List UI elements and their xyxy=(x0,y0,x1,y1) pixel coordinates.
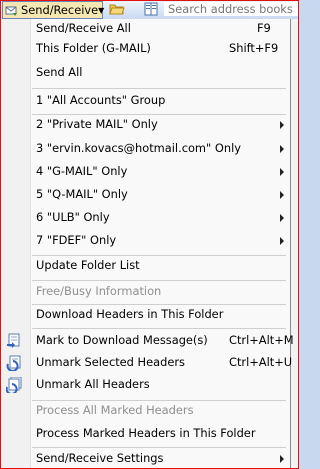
menu-item-all-accounts-group[interactable]: 1 "All Accounts" Group xyxy=(1,91,290,111)
menu-item-label: Process All Marked Headers xyxy=(36,403,194,417)
menu-separator xyxy=(32,88,286,89)
submenu-arrow-icon xyxy=(280,191,284,199)
menu-item-label: 4 "G-MAIL" Only xyxy=(36,164,128,178)
menu-item-label: Send/Receive All xyxy=(36,21,131,35)
menu-separator xyxy=(32,328,286,329)
chevron-down-icon: ▼ xyxy=(98,5,105,15)
menu-item-shortcut: Shift+F9 xyxy=(229,41,279,55)
send-receive-label: Send/Receive xyxy=(21,3,99,17)
menu-item-shortcut: F9 xyxy=(257,21,271,35)
submenu-arrow-icon xyxy=(280,121,284,129)
unmark-all-icon xyxy=(5,376,23,395)
address-book-icon[interactable] xyxy=(143,2,159,16)
menu-item-label: 7 "FDEF" Only xyxy=(36,233,117,247)
submenu-arrow-icon xyxy=(280,455,284,463)
menu-item-label: Send/Receive Settings xyxy=(36,451,164,465)
send-receive-menu: Send/Receive All F9 This Folder (G-MAIL)… xyxy=(1,19,294,468)
menu-item-update-folder-list[interactable]: Update Folder List xyxy=(1,256,290,276)
menu-item-label: Unmark All Headers xyxy=(36,377,150,391)
menu-item-hotmail-only[interactable]: 3 "ervin.kovacs@hotmail.com" Only xyxy=(1,139,290,159)
menu-item-label: Mark to Download Message(s) xyxy=(36,333,208,347)
menu-item-private-mail-only[interactable]: 2 "Private MAIL" Only xyxy=(1,115,290,135)
mark-download-icon xyxy=(6,333,23,349)
submenu-arrow-icon xyxy=(280,214,284,222)
folder-open-icon[interactable] xyxy=(109,2,125,16)
menu-item-fdef-only[interactable]: 7 "FDEF" Only xyxy=(1,231,290,251)
menu-item-this-folder[interactable]: This Folder (G-MAIL) Shift+F9 xyxy=(1,39,290,59)
menu-item-send-all[interactable]: Send All xyxy=(1,63,290,83)
menu-item-label: 2 "Private MAIL" Only xyxy=(36,117,158,131)
menu-item-label: Send All xyxy=(36,65,83,79)
search-address-books-input[interactable] xyxy=(164,2,298,16)
menu-item-send-receive-settings[interactable]: Send/Receive Settings xyxy=(1,449,290,468)
menu-item-gmail-only[interactable]: 4 "G-MAIL" Only xyxy=(1,162,290,182)
menu-separator xyxy=(32,447,286,448)
submenu-arrow-icon xyxy=(280,168,284,176)
menu-item-process-all-marked-headers: Process All Marked Headers xyxy=(1,401,290,421)
menu-item-free-busy-information: Free/Busy Information xyxy=(1,282,290,302)
menu-item-label: Unmark Selected Headers xyxy=(36,355,185,369)
menu-item-mark-to-download[interactable]: Mark to Download Message(s) Ctrl+Alt+M xyxy=(1,331,294,351)
menu-item-label: 6 "ULB" Only xyxy=(36,210,110,224)
send-receive-button[interactable]: Send/Receive ▼ xyxy=(2,1,105,19)
menu-separator xyxy=(32,280,286,281)
menu-item-shortcut: Ctrl+Alt+U xyxy=(229,355,293,369)
menu-item-send-receive-all[interactable]: Send/Receive All F9 xyxy=(1,19,290,39)
menu-item-process-marked-headers-folder[interactable]: Process Marked Headers in This Folder xyxy=(1,424,290,444)
toolbar: Send/Receive ▼ xyxy=(1,1,298,20)
menu-item-unmark-selected-headers[interactable]: Unmark Selected Headers Ctrl+Alt+U xyxy=(1,353,293,373)
send-receive-icon xyxy=(5,5,18,16)
menu-item-unmark-all-headers[interactable]: Unmark All Headers xyxy=(1,375,290,395)
submenu-arrow-icon xyxy=(280,145,284,153)
menu-item-label: This Folder (G-MAIL) xyxy=(36,41,151,55)
menu-item-label: 3 "ervin.kovacs@hotmail.com" Only xyxy=(36,141,241,155)
menu-item-label: Download Headers in This Folder xyxy=(36,307,224,321)
menu-item-ulb-only[interactable]: 6 "ULB" Only xyxy=(1,208,290,228)
menu-item-label: 5 "Q-MAIL" Only xyxy=(36,187,128,201)
unmark-selected-icon xyxy=(6,355,23,372)
menu-item-shortcut: Ctrl+Alt+M xyxy=(229,333,294,347)
menu-item-qmail-only[interactable]: 5 "Q-MAIL" Only xyxy=(1,185,290,205)
menu-item-download-headers[interactable]: Download Headers in This Folder xyxy=(1,305,290,325)
menu-item-label: Free/Busy Information xyxy=(36,284,162,298)
menu-item-label: Process Marked Headers in This Folder xyxy=(36,426,256,440)
menu-item-label: Update Folder List xyxy=(36,258,140,272)
window-frame: Send/Receive ▼ Send/Receive All xyxy=(0,0,299,469)
menu-item-label: 1 "All Accounts" Group xyxy=(36,93,166,107)
submenu-arrow-icon xyxy=(280,237,284,245)
